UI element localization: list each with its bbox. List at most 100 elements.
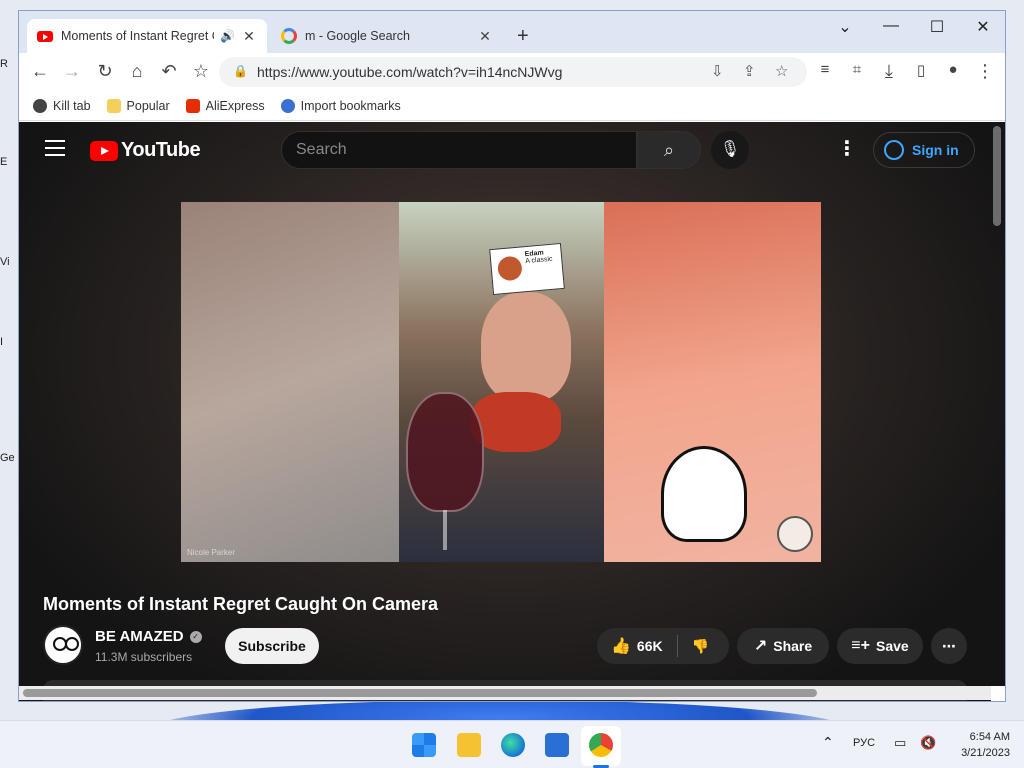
- store-icon[interactable]: [545, 733, 569, 757]
- thumbs-down-icon: 👎: [691, 637, 710, 654]
- menu-icon[interactable]: [45, 140, 65, 156]
- horizontal-scrollbar[interactable]: [23, 689, 817, 697]
- minimize-icon[interactable]: —: [871, 17, 911, 35]
- like-dislike-group: 👍 66K 👎: [597, 628, 729, 664]
- bookmark-label: Kill tab: [53, 98, 91, 113]
- desktop-icon-label[interactable]: Vi: [0, 256, 18, 268]
- search-icon[interactable]: ⌕: [637, 131, 701, 169]
- lock-icon[interactable]: 🔒: [233, 64, 248, 78]
- desktop-icon-label[interactable]: R: [0, 58, 18, 70]
- language-indicator[interactable]: РУС: [853, 737, 875, 749]
- subscribe-button[interactable]: Subscribe: [225, 628, 319, 664]
- audio-playing-icon[interactable]: 🔊: [220, 29, 235, 43]
- video-spill: [471, 392, 561, 452]
- video-watermark: Nicole Parker: [187, 548, 236, 557]
- more-actions-button[interactable]: ⋯: [931, 628, 967, 664]
- reload-icon[interactable]: ↻: [93, 61, 117, 82]
- share-page-icon[interactable]: ⇪: [743, 62, 756, 80]
- desktop-icon-label[interactable]: E: [0, 156, 18, 168]
- close-tab-icon[interactable]: ✕: [477, 28, 493, 45]
- youtube-play-icon: [90, 140, 118, 161]
- bookmark-popular[interactable]: Popular: [106, 98, 170, 113]
- more-horizontal-icon: ⋯: [942, 637, 956, 654]
- crop-icon[interactable]: ⌗: [845, 61, 869, 78]
- youtube-logo[interactable]: YouTube: [90, 139, 201, 162]
- install-app-icon[interactable]: ⇩: [711, 62, 724, 80]
- volume-muted-icon[interactable]: 🔇: [920, 735, 936, 751]
- globe-icon: [33, 98, 47, 113]
- url-text[interactable]: https://www.youtube.com/watch?v=ih14ncNJ…: [257, 64, 562, 80]
- windows-start-icon[interactable]: [412, 733, 436, 757]
- google-favicon-icon: [281, 28, 297, 44]
- clock[interactable]: 6:54 AM 3/21/2023: [946, 729, 1010, 761]
- wine-glass: [406, 392, 484, 512]
- wine-glass-stem: [443, 510, 447, 550]
- card-subtitle: A classic: [525, 255, 553, 266]
- video-player[interactable]: Edam A classic Nicole Parker: [181, 202, 821, 562]
- channel-mascot: [777, 516, 813, 552]
- channel-name-text: BE AMAZED: [95, 628, 184, 645]
- home-icon[interactable]: ⌂: [125, 61, 149, 82]
- bookmark-import[interactable]: Import bookmarks: [280, 98, 401, 113]
- address-bar[interactable]: 🔒 https://www.youtube.com/watch?v=ih14nc…: [219, 57, 807, 87]
- sign-in-label: Sign in: [912, 142, 959, 158]
- folder-icon: [106, 98, 121, 113]
- tab-google-search[interactable]: m - Google Search ✕: [271, 19, 503, 53]
- video-title: Moments of Instant Regret Caught On Came…: [43, 594, 439, 614]
- new-tab-icon[interactable]: +: [517, 25, 529, 48]
- close-tab-icon[interactable]: ✕: [241, 28, 257, 45]
- video-blur-left: [181, 202, 399, 562]
- video-overlay-card: Edam A classic: [489, 242, 565, 296]
- tab-youtube[interactable]: Moments of Instant Regret C 🔊 ✕: [27, 19, 267, 53]
- undo-icon[interactable]: ↶: [157, 61, 181, 82]
- tab-search-chevron-icon[interactable]: ⌄: [825, 17, 865, 37]
- chrome-icon[interactable]: [589, 733, 613, 757]
- media-controls-icon[interactable]: ≡: [813, 61, 837, 78]
- video-person: [481, 292, 571, 402]
- back-icon[interactable]: ←: [28, 61, 52, 82]
- network-icon[interactable]: ▭: [894, 735, 906, 751]
- desktop-icon-label[interactable]: I: [0, 336, 18, 348]
- tray-chevron-up-icon[interactable]: ⌃: [822, 734, 834, 751]
- profile-icon[interactable]: ●: [941, 61, 965, 78]
- like-button[interactable]: 👍 66K: [597, 628, 677, 664]
- star-icon[interactable]: ☆: [189, 61, 213, 82]
- bookmark-aliexpress[interactable]: AliExpress: [185, 98, 265, 113]
- file-explorer-icon[interactable]: [457, 733, 481, 757]
- verified-icon: ✓: [189, 630, 202, 643]
- channel-avatar[interactable]: [43, 625, 83, 665]
- microphone-icon[interactable]: 🎙: [711, 131, 749, 169]
- save-button[interactable]: ≡+ Save: [837, 628, 923, 664]
- forward-icon[interactable]: →: [60, 61, 84, 82]
- desktop-icon-label[interactable]: Ge: [0, 452, 18, 464]
- tab-strip: Moments of Instant Regret C 🔊 ✕ m - Goog…: [19, 11, 1005, 53]
- dislike-button[interactable]: 👎: [678, 628, 723, 664]
- download-icon[interactable]: ⤓: [877, 61, 901, 82]
- account-icon: [884, 140, 904, 160]
- close-window-icon[interactable]: ✕: [963, 17, 1003, 37]
- edge-browser-icon[interactable]: [501, 733, 525, 757]
- share-arrow-icon: ↗: [753, 638, 768, 655]
- maximize-icon[interactable]: ☐: [917, 17, 957, 37]
- scroll-corner: [991, 686, 1005, 701]
- tab-title: m - Google Search: [305, 29, 410, 43]
- bookmark-label: AliExpress: [205, 98, 265, 113]
- search-input[interactable]: Search: [281, 131, 637, 169]
- bookmark-label: Popular: [126, 98, 170, 113]
- bookmark-kill-tab[interactable]: Kill tab: [33, 98, 91, 113]
- settings-menu-icon[interactable]: ⋮: [837, 136, 857, 161]
- channel-name[interactable]: BE AMAZED ✓: [95, 628, 202, 645]
- side-panel-icon[interactable]: ▯: [909, 61, 933, 79]
- vertical-scrollbar[interactable]: [993, 126, 1001, 226]
- save-label: Save: [875, 638, 909, 654]
- browser-window: Moments of Instant Regret C 🔊 ✕ m - Goog…: [18, 10, 1006, 702]
- logo-text: YouTube: [121, 139, 201, 161]
- clock-time: 6:54 AM: [969, 731, 1010, 743]
- share-button[interactable]: ↗ Share: [737, 628, 829, 664]
- sign-in-button[interactable]: Sign in: [873, 132, 975, 168]
- youtube-page: YouTube Search ⌕ 🎙 ⋮ Sign in Edam A clas…: [19, 122, 1005, 701]
- gear-icon: [280, 98, 295, 113]
- bookmark-star-icon[interactable]: ☆: [775, 62, 788, 80]
- browser-menu-icon[interactable]: ⋮: [973, 61, 997, 82]
- youtube-favicon-icon: [37, 30, 53, 42]
